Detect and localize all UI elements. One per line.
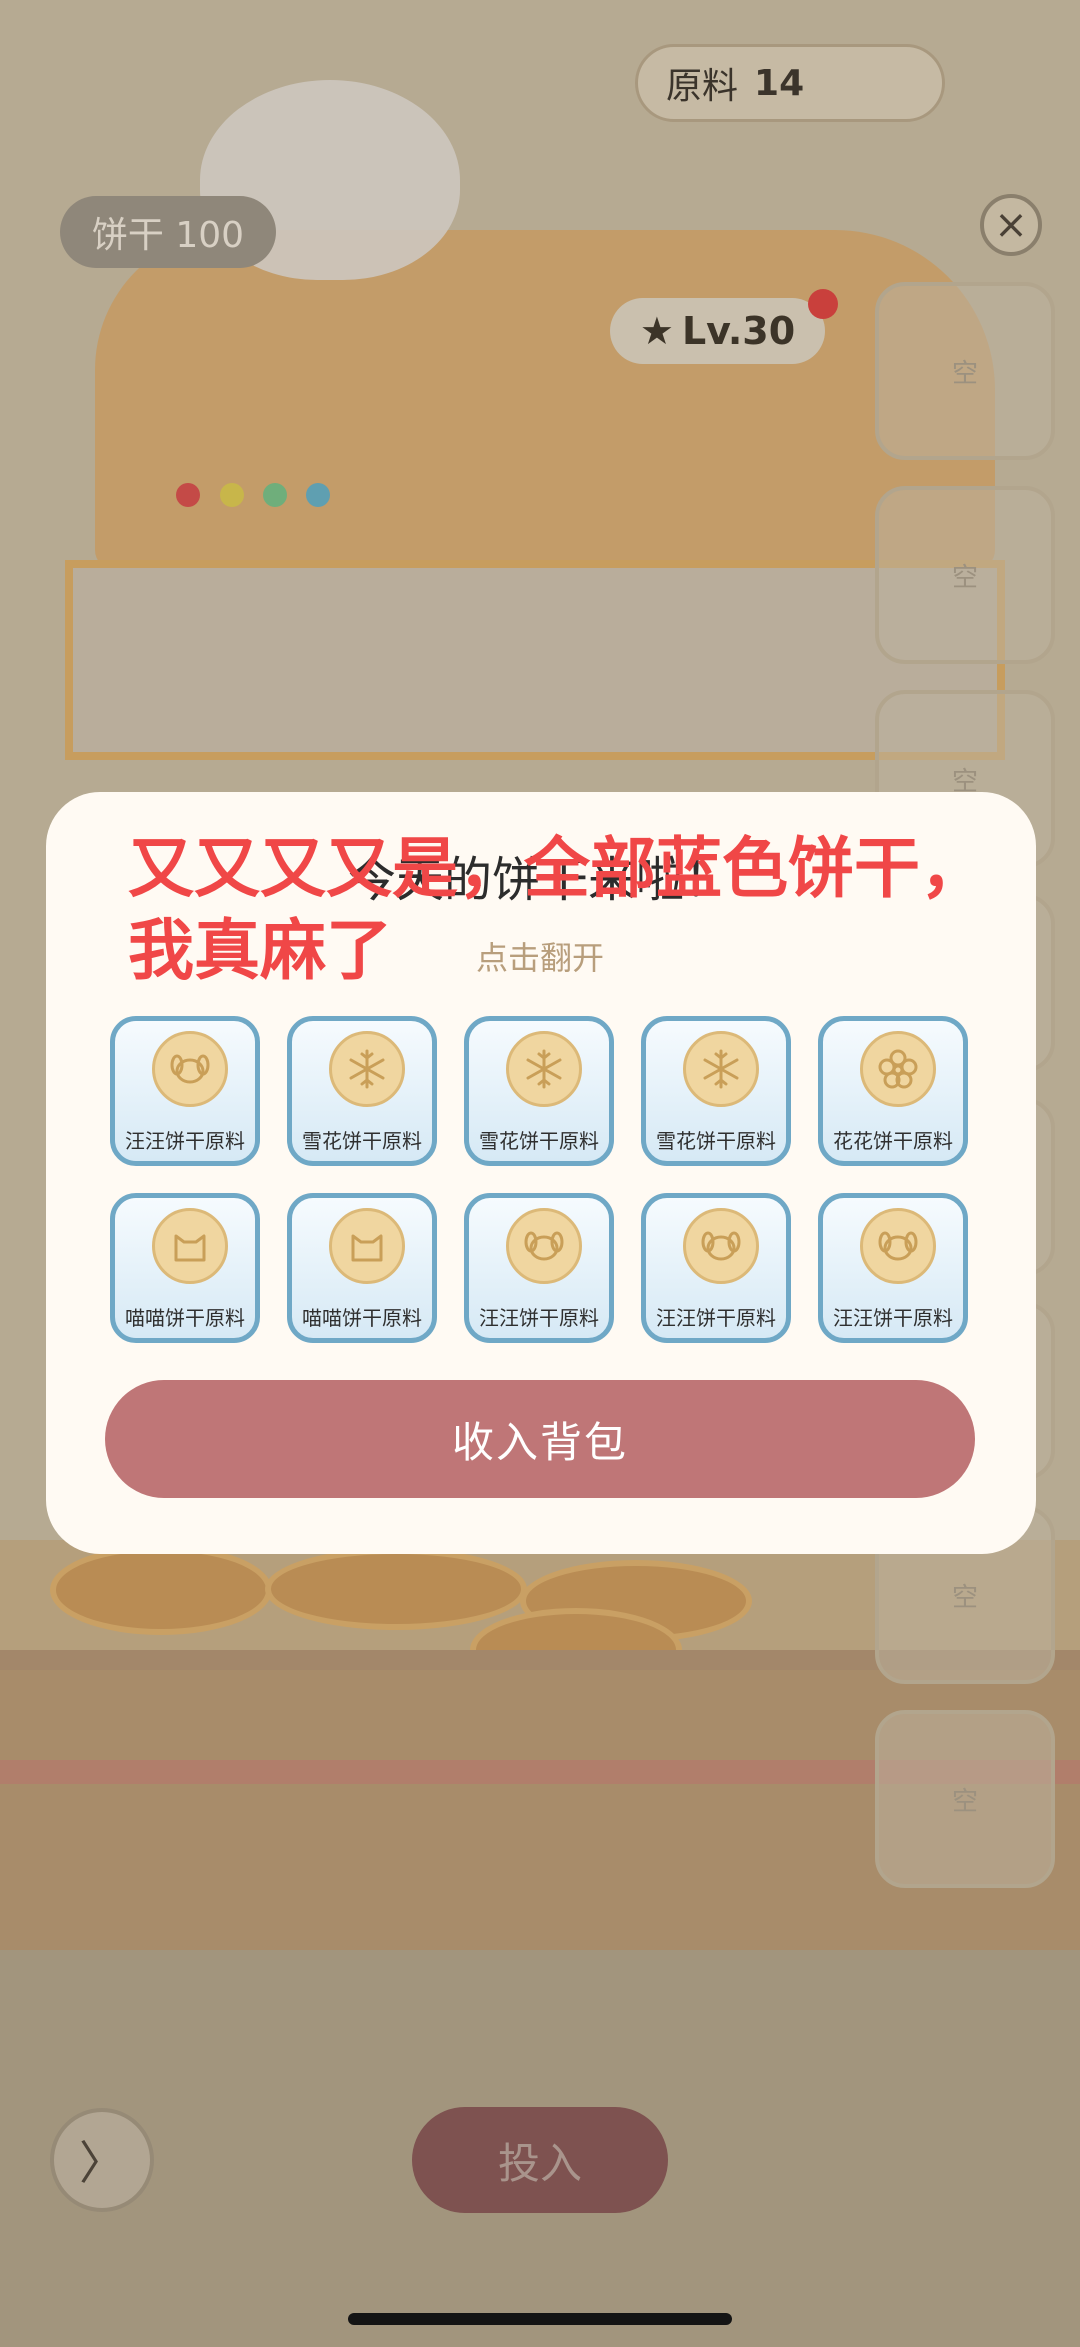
biscuit-count-label: 饼干 100 xyxy=(91,215,245,256)
inventory-slot[interactable]: 空 xyxy=(875,1710,1055,1888)
indicator-light-red xyxy=(176,483,200,507)
next-button[interactable]: 〉 xyxy=(50,2108,154,2212)
overlay-caption: 又又又又是，全部蓝色饼干， 我真麻了 xyxy=(128,828,1068,992)
slot-label: 空 xyxy=(951,358,978,389)
dog-face-icon xyxy=(683,1208,759,1284)
cat-face-icon xyxy=(329,1208,405,1284)
material-counter: 原料 14 xyxy=(635,44,945,122)
indicator-light-yellow xyxy=(220,483,244,507)
close-button[interactable]: × xyxy=(980,194,1042,256)
reward-card-label: 雪花饼干原料 xyxy=(656,1129,776,1153)
dog-face-icon xyxy=(152,1031,228,1107)
inventory-slot[interactable]: 空 xyxy=(875,282,1055,460)
machine-window xyxy=(65,560,1005,760)
close-icon: × xyxy=(994,202,1028,248)
indicator-light-blue xyxy=(306,483,330,507)
reward-card-label: 汪汪饼干原料 xyxy=(125,1129,245,1153)
snowflake-icon xyxy=(329,1031,405,1107)
biscuit-machine-top xyxy=(95,230,995,570)
reward-card-label: 喵喵饼干原料 xyxy=(302,1306,422,1330)
reward-card[interactable]: 喵喵饼干原料 xyxy=(287,1193,437,1343)
slot-label: 空 xyxy=(951,562,978,593)
reward-card[interactable]: 汪汪饼干原料 xyxy=(641,1193,791,1343)
background-cookie xyxy=(265,1548,527,1630)
reward-card-label: 喵喵饼干原料 xyxy=(125,1306,245,1330)
reward-card[interactable]: 雪花饼干原料 xyxy=(287,1016,437,1166)
snowflake-icon xyxy=(683,1031,759,1107)
flower-icon xyxy=(860,1031,936,1107)
reward-card[interactable]: 汪汪饼干原料 xyxy=(110,1016,260,1166)
drop-in-button[interactable]: 投入 xyxy=(412,2107,668,2213)
chevron-right-icon: 〉 xyxy=(79,2136,125,2190)
reward-card-label: 汪汪饼干原料 xyxy=(479,1306,599,1330)
slot-label: 空 xyxy=(951,1786,978,1817)
reward-card-label: 汪汪饼干原料 xyxy=(833,1306,953,1330)
reward-card[interactable]: 花花饼干原料 xyxy=(818,1016,968,1166)
reward-card[interactable]: 汪汪饼干原料 xyxy=(818,1193,968,1343)
reward-card-label: 汪汪饼干原料 xyxy=(656,1306,776,1330)
material-count: 14 xyxy=(754,62,805,104)
reward-card-label: 花花饼干原料 xyxy=(833,1129,953,1153)
reward-card[interactable]: 雪花饼干原料 xyxy=(464,1016,614,1166)
drop-in-label: 投入 xyxy=(497,2138,582,2188)
slot-label: 空 xyxy=(951,1582,978,1613)
background-cookie xyxy=(50,1545,272,1635)
indicator-light-green xyxy=(263,483,287,507)
level-badge[interactable]: ★ Lv.30 xyxy=(610,298,825,364)
snowflake-icon xyxy=(506,1031,582,1107)
notification-dot xyxy=(808,289,838,319)
reward-card[interactable]: 雪花饼干原料 xyxy=(641,1016,791,1166)
caption-line-2: 我真麻了 xyxy=(128,912,392,989)
level-text: Lv.30 xyxy=(681,309,796,353)
cat-face-icon xyxy=(152,1208,228,1284)
star-icon: ★ xyxy=(639,309,674,353)
inventory-slot[interactable]: 空 xyxy=(875,486,1055,664)
caption-line-1: 又又又又是，全部蓝色饼干， xyxy=(128,830,986,907)
reward-card[interactable]: 汪汪饼干原料 xyxy=(464,1193,614,1343)
biscuit-counter: 饼干 100 xyxy=(60,196,276,268)
reward-card[interactable]: 喵喵饼干原料 xyxy=(110,1193,260,1343)
reward-card-label: 雪花饼干原料 xyxy=(302,1129,422,1153)
collect-to-bag-button[interactable]: 收入背包 xyxy=(105,1380,975,1498)
dog-face-icon xyxy=(860,1208,936,1284)
reward-card-label: 雪花饼干原料 xyxy=(479,1129,599,1153)
dog-face-icon xyxy=(506,1208,582,1284)
home-indicator xyxy=(348,2313,732,2325)
material-label: 原料 xyxy=(666,66,739,107)
